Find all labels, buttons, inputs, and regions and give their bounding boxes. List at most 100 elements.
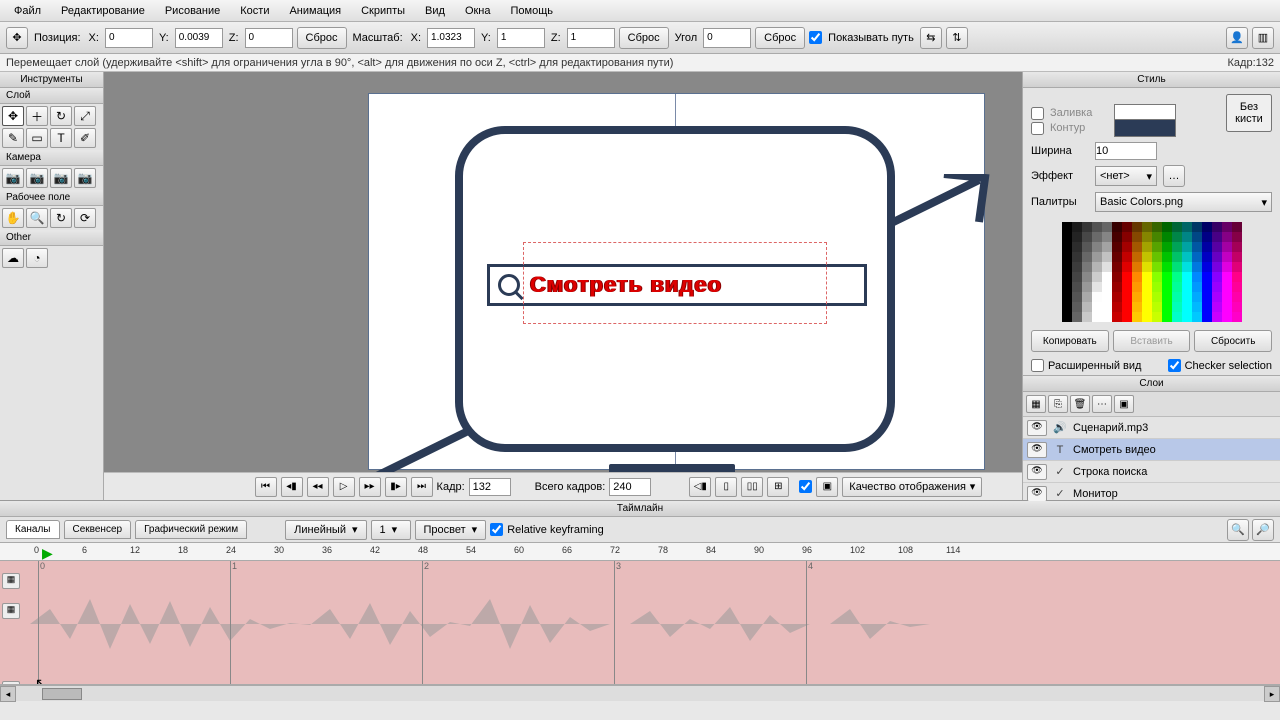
angle-input[interactable] <box>703 28 751 48</box>
zoom-tool[interactable]: 🔍 <box>26 208 48 228</box>
menu-help[interactable]: Помощь <box>501 2 564 20</box>
other-2[interactable]: ◔ <box>26 248 48 268</box>
angle-reset-button[interactable]: Сброс <box>755 27 805 49</box>
move-icon[interactable]: ✥ <box>6 27 28 49</box>
playhead-icon[interactable]: ▶ <box>42 545 53 562</box>
play-button[interactable]: ▷ <box>333 477 355 497</box>
transform-tool[interactable]: ✥ <box>2 106 24 126</box>
visibility-icon[interactable]: 👁 <box>1027 486 1047 502</box>
stroke-swatch[interactable] <box>1114 119 1176 137</box>
rewind-start-button[interactable]: ⏮ <box>255 477 277 497</box>
scale-z-input[interactable] <box>567 28 615 48</box>
layer-row[interactable]: 👁🔊Сценарий.mp3 <box>1023 417 1280 439</box>
visibility-icon[interactable]: 👁 <box>1027 420 1047 436</box>
layer-row[interactable]: 👁TСмотреть видео <box>1023 439 1280 461</box>
effect-settings-button[interactable]: … <box>1163 165 1185 187</box>
tab-sequencer[interactable]: Секвенсер <box>64 520 132 539</box>
pen-tool[interactable]: ✎ <box>2 128 24 148</box>
loop-button[interactable]: ◁▮ <box>689 477 711 497</box>
timeline-ruler[interactable]: ▶ 06121824303642485460667278849096102108… <box>0 543 1280 561</box>
layer-menu-button[interactable]: ⋯ <box>1092 395 1112 413</box>
crop-button[interactable]: ▣ <box>816 477 838 497</box>
menu-view[interactable]: Вид <box>415 2 455 20</box>
width-input[interactable] <box>1095 142 1157 160</box>
timeline-tracks[interactable]: ▦ ▦ ▦ 01234 ↖ Масштабированние слоя <box>0 561 1280 685</box>
pos-x-input[interactable] <box>105 28 153 48</box>
stroke-check[interactable] <box>1031 122 1044 135</box>
rewind-end-button[interactable]: ⏭ <box>411 477 433 497</box>
step-dropdown[interactable]: 1▾ <box>371 520 411 540</box>
shape-tool[interactable]: ▭ <box>26 128 48 148</box>
cam-4[interactable]: 📷 <box>74 168 96 188</box>
step-back-button[interactable]: ◂▮ <box>281 477 303 497</box>
view-single[interactable]: ▯ <box>715 477 737 497</box>
cam-1[interactable]: 📷 <box>2 168 24 188</box>
palettes-dropdown[interactable]: Basic Colors.png▾ <box>1095 192 1272 212</box>
total-frames-input[interactable] <box>609 478 651 496</box>
menu-draw[interactable]: Рисование <box>155 2 230 20</box>
frame-input[interactable] <box>469 478 511 496</box>
scale-x-input[interactable] <box>427 28 475 48</box>
scroll-thumb[interactable] <box>42 688 82 700</box>
menu-edit[interactable]: Редактирование <box>51 2 155 20</box>
paste-button[interactable]: Вставить <box>1113 330 1191 352</box>
scale-tool[interactable]: ⤢ <box>74 106 96 126</box>
reset-style-button[interactable]: Сбросить <box>1194 330 1272 352</box>
library-icon[interactable]: ▥ <box>1252 27 1274 49</box>
tab-channels[interactable]: Каналы <box>6 520 60 539</box>
scale-y-input[interactable] <box>497 28 545 48</box>
user-icon[interactable]: 👤 <box>1226 27 1248 49</box>
eyedrop-tool[interactable]: ✐ <box>74 128 96 148</box>
pos-z-input[interactable] <box>245 28 293 48</box>
track-icon-2[interactable]: ▦ <box>2 603 20 619</box>
canvas-viewport[interactable]: Смотреть видео <box>104 72 1022 472</box>
menu-anim[interactable]: Анимация <box>279 2 351 20</box>
view-four[interactable]: ⊞ <box>767 477 789 497</box>
dup-layer-button[interactable]: ⎘ <box>1048 395 1068 413</box>
menu-windows[interactable]: Окна <box>455 2 501 20</box>
display-quality-dropdown[interactable]: Качество отображения▾ <box>842 477 982 497</box>
next-key-button[interactable]: ▸▸ <box>359 477 381 497</box>
cam-3[interactable]: 📷 <box>50 168 72 188</box>
new-layer-button[interactable]: ▦ <box>1026 395 1046 413</box>
zoom-out-tl[interactable]: 🔎 <box>1252 519 1274 541</box>
view-check[interactable] <box>799 480 812 493</box>
gap-dropdown[interactable]: Просвет▾ <box>415 520 487 540</box>
step-fwd-button[interactable]: ▮▸ <box>385 477 407 497</box>
visibility-icon[interactable]: 👁 <box>1027 442 1047 458</box>
checker-check[interactable] <box>1168 359 1181 372</box>
effect-dropdown[interactable]: <нет>▾ <box>1095 166 1157 186</box>
zoom-in-tl[interactable]: 🔍 <box>1227 519 1249 541</box>
menu-scripts[interactable]: Скрипты <box>351 2 415 20</box>
visibility-icon[interactable]: 👁 <box>1027 464 1047 480</box>
track-icon-1[interactable]: ▦ <box>2 573 20 589</box>
menu-file[interactable]: Файл <box>4 2 51 20</box>
fill-check[interactable] <box>1031 107 1044 120</box>
rotate-tool[interactable]: ↻ <box>50 106 72 126</box>
cam-2[interactable]: 📷 <box>26 168 48 188</box>
timeline-scrollbar[interactable]: ◂ ▸ <box>0 685 1280 701</box>
hand-tool[interactable]: ✋ <box>2 208 24 228</box>
scale-reset-button[interactable]: Сброс <box>619 27 669 49</box>
color-palette[interactable] <box>1062 222 1242 322</box>
scroll-right-button[interactable]: ▸ <box>1264 686 1280 702</box>
layer-row[interactable]: 👁✓Строка поиска <box>1023 461 1280 483</box>
relative-kf-check[interactable] <box>490 523 503 536</box>
pos-y-input[interactable] <box>175 28 223 48</box>
refresh-tool[interactable]: ⟳ <box>74 208 96 228</box>
advanced-view-check[interactable] <box>1031 359 1044 372</box>
copy-button[interactable]: Копировать <box>1031 330 1109 352</box>
view-two[interactable]: ▯▯ <box>741 477 763 497</box>
prev-key-button[interactable]: ◂◂ <box>307 477 329 497</box>
text-tool[interactable]: T <box>50 128 72 148</box>
interpolation-dropdown[interactable]: Линейный▾ <box>285 520 366 540</box>
scroll-left-button[interactable]: ◂ <box>0 686 16 702</box>
tab-graph[interactable]: Графический режим <box>135 520 247 539</box>
orbit-tool[interactable]: ↻ <box>50 208 72 228</box>
layer-extra-button[interactable]: ▣ <box>1114 395 1134 413</box>
showpath-checkbox[interactable] <box>809 31 822 44</box>
flip-h-icon[interactable]: ⇆ <box>920 27 942 49</box>
pos-reset-button[interactable]: Сброс <box>297 27 347 49</box>
other-1[interactable]: ☁ <box>2 248 24 268</box>
move-tool[interactable]: ＋ <box>26 106 48 126</box>
